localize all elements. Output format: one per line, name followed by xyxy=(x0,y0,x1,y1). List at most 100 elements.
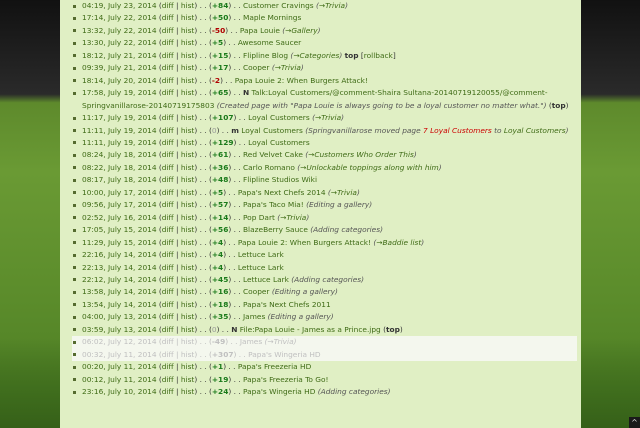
hist-link[interactable]: hist xyxy=(181,51,195,60)
timestamp-link[interactable]: 03:59, July 13, 2014 xyxy=(82,325,157,334)
timestamp-link[interactable]: 11:11, July 19, 2014 xyxy=(82,126,157,135)
timestamp-link[interactable]: 13:32, July 22, 2014 xyxy=(82,26,157,35)
hist-link[interactable]: hist xyxy=(181,126,195,135)
diff-link[interactable]: diff xyxy=(162,362,174,371)
hist-link[interactable]: hist xyxy=(181,350,195,359)
section-link[interactable]: →Unlockable toppings along with him xyxy=(300,163,439,172)
page-link[interactable]: Loyal Customers xyxy=(248,113,310,122)
timestamp-link[interactable]: 23:16, July 10, 2014 xyxy=(82,387,157,396)
page-link[interactable]: Loyal Customers xyxy=(248,138,310,147)
section-link[interactable]: →Trivia xyxy=(267,337,293,346)
diff-link[interactable]: diff xyxy=(162,200,174,209)
diff-link[interactable]: diff xyxy=(162,350,174,359)
section-link[interactable]: →Trivia xyxy=(331,188,357,197)
page-link[interactable]: Awesome Saucer xyxy=(238,38,301,47)
timestamp-link[interactable]: 22:13, July 14, 2014 xyxy=(82,263,157,272)
timestamp-link[interactable]: 00:32, July 11, 2014 xyxy=(82,350,157,359)
timestamp-link[interactable]: 04:19, July 23, 2014 xyxy=(82,1,157,10)
hist-link[interactable]: hist xyxy=(181,263,195,272)
page-link[interactable]: BlazeBerry Sauce xyxy=(243,225,308,234)
diff-link[interactable]: diff xyxy=(162,188,174,197)
diff-link[interactable]: diff xyxy=(162,138,174,147)
hist-link[interactable]: hist xyxy=(181,275,195,284)
diff-link[interactable]: diff xyxy=(162,126,174,135)
diff-link[interactable]: diff xyxy=(162,113,174,122)
section-link[interactable]: →Trivia xyxy=(275,63,301,72)
diff-link[interactable]: diff xyxy=(162,387,174,396)
page-link[interactable]: Lettuce Lark xyxy=(243,275,289,284)
diff-link[interactable]: diff xyxy=(162,13,174,22)
page-link[interactable]: Flipline Blog xyxy=(243,51,288,60)
timestamp-link[interactable]: 00:20, July 11, 2014 xyxy=(82,362,157,371)
timestamp-link[interactable]: 10:00, July 17, 2014 xyxy=(82,188,157,197)
timestamp-link[interactable]: 09:39, July 21, 2014 xyxy=(82,63,157,72)
timestamp-link[interactable]: 13:30, July 22, 2014 xyxy=(82,38,157,47)
hist-link[interactable]: hist xyxy=(181,138,195,147)
diff-link[interactable]: diff xyxy=(162,88,174,97)
hist-link[interactable]: hist xyxy=(181,225,195,234)
summary-page-link[interactable]: Loyal Customers xyxy=(504,126,566,135)
timestamp-link[interactable]: 17:05, July 15, 2014 xyxy=(82,225,157,234)
diff-link[interactable]: diff xyxy=(162,300,174,309)
hist-link[interactable]: hist xyxy=(181,375,195,384)
timestamp-link[interactable]: 22:16, July 14, 2014 xyxy=(82,250,157,259)
timestamp-link[interactable]: 13:54, July 14, 2014 xyxy=(82,300,157,309)
timestamp-link[interactable]: 18:14, July 20, 2014 xyxy=(82,76,157,85)
diff-link[interactable]: diff xyxy=(162,163,174,172)
page-link[interactable]: Papa's Taco Mia! xyxy=(243,200,304,209)
page-link[interactable]: Carlo Romano xyxy=(243,163,295,172)
hist-link[interactable]: hist xyxy=(181,200,195,209)
hist-link[interactable]: hist xyxy=(181,13,195,22)
hist-link[interactable]: hist xyxy=(181,337,195,346)
diff-link[interactable]: diff xyxy=(162,213,174,222)
hist-link[interactable]: hist xyxy=(181,26,195,35)
section-link[interactable]: →Gallery xyxy=(285,26,318,35)
diff-link[interactable]: diff xyxy=(162,275,174,284)
page-link[interactable]: Lettuce Lark xyxy=(238,263,284,272)
page-link[interactable]: Red Velvet Cake xyxy=(243,150,303,159)
hist-link[interactable]: hist xyxy=(181,150,195,159)
redlink[interactable]: 7 Loyal Customers xyxy=(423,126,492,135)
section-link[interactable]: →Trivia xyxy=(319,1,345,10)
hist-link[interactable]: hist xyxy=(181,387,195,396)
page-link[interactable]: Papa Louie 2: When Burgers Attack! xyxy=(238,238,371,247)
diff-link[interactable]: diff xyxy=(162,225,174,234)
hist-link[interactable]: hist xyxy=(181,362,195,371)
page-link[interactable]: Papa's Wingeria HD xyxy=(243,387,315,396)
hist-link[interactable]: hist xyxy=(181,213,195,222)
hist-link[interactable]: hist xyxy=(181,325,195,334)
section-link[interactable]: →Customers Who Order This xyxy=(308,150,414,159)
diff-link[interactable]: diff xyxy=(162,337,174,346)
diff-link[interactable]: diff xyxy=(162,263,174,272)
timestamp-link[interactable]: 06:02, July 12, 2014 xyxy=(82,337,157,346)
timestamp-link[interactable]: 08:24, July 18, 2014 xyxy=(82,150,157,159)
caret-up-icon[interactable]: ^ xyxy=(629,417,640,428)
section-link[interactable]: →Trivia xyxy=(315,113,341,122)
page-link[interactable]: Customer Cravings xyxy=(243,1,314,10)
page-link[interactable]: Papa's Wingeria HD xyxy=(248,350,320,359)
timestamp-link[interactable]: 08:17, July 18, 2014 xyxy=(82,175,157,184)
page-link[interactable]: Pop Dart xyxy=(243,213,275,222)
page-link[interactable]: Papa Louie xyxy=(240,26,280,35)
page-link[interactable]: Papa Louie 2: When Burgers Attack! xyxy=(235,76,368,85)
page-link[interactable]: James xyxy=(243,312,265,321)
timestamp-link[interactable]: 08:22, July 18, 2014 xyxy=(82,163,157,172)
section-link[interactable]: →Trivia xyxy=(280,213,306,222)
timestamp-link[interactable]: 11:17, July 19, 2014 xyxy=(82,113,157,122)
hist-link[interactable]: hist xyxy=(181,287,195,296)
diff-link[interactable]: diff xyxy=(162,175,174,184)
timestamp-link[interactable]: 11:11, July 19, 2014 xyxy=(82,138,157,147)
page-link[interactable]: Papa's Next Chefs 2014 xyxy=(238,188,326,197)
hist-link[interactable]: hist xyxy=(181,88,195,97)
hist-link[interactable]: hist xyxy=(181,113,195,122)
hist-link[interactable]: hist xyxy=(181,312,195,321)
page-link[interactable]: Flipline Studios Wiki xyxy=(243,175,317,184)
section-link[interactable]: →Baddie list xyxy=(376,238,421,247)
diff-link[interactable]: diff xyxy=(162,1,174,10)
hist-link[interactable]: hist xyxy=(181,300,195,309)
diff-link[interactable]: diff xyxy=(162,51,174,60)
page-link[interactable]: Loyal Customers xyxy=(241,126,303,135)
diff-link[interactable]: diff xyxy=(162,325,174,334)
timestamp-link[interactable]: 11:29, July 15, 2014 xyxy=(82,238,157,247)
page-link[interactable]: Lettuce Lark xyxy=(238,250,284,259)
